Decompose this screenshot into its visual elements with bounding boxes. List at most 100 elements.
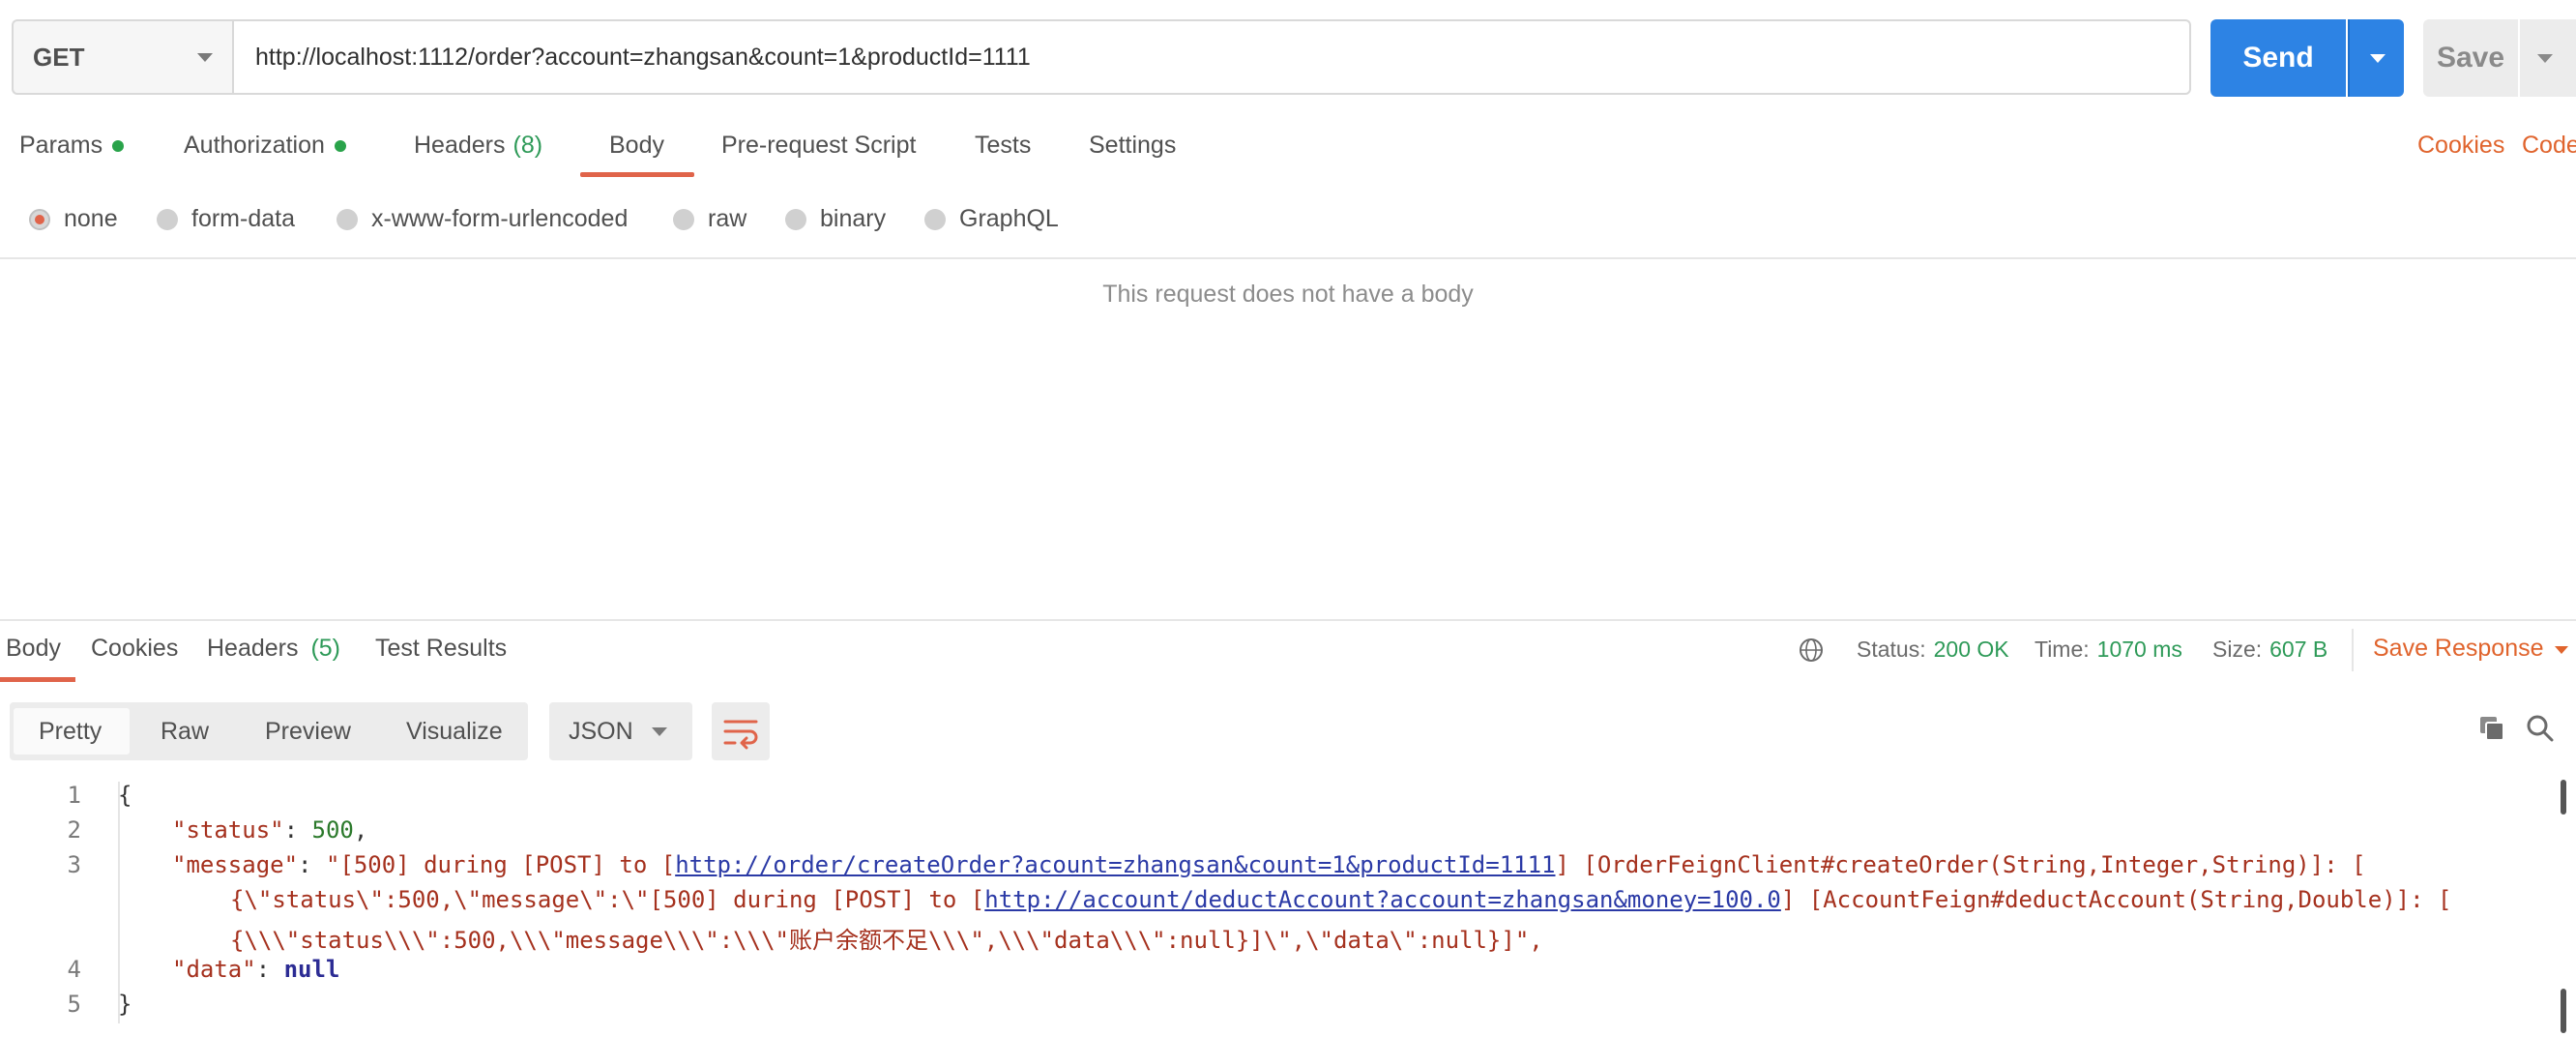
code-line: "message": "[500] during [POST] to [http… xyxy=(172,851,2366,878)
scrollbar[interactable] xyxy=(2561,780,2566,815)
method-select[interactable]: GET xyxy=(12,19,232,95)
json-null: null xyxy=(283,956,340,983)
radio-graphql-label: GraphQL xyxy=(959,205,1059,232)
save-options-button[interactable] xyxy=(2520,19,2576,97)
view-mode-visualize[interactable]: Visualize xyxy=(406,718,503,746)
response-size: Size: 607 B xyxy=(2212,637,2327,663)
code-link[interactable]: Code xyxy=(2522,132,2576,160)
chevron-down-icon xyxy=(652,727,667,736)
response-tab-headers-count: (5) xyxy=(310,635,341,662)
response-tab-test-results[interactable]: Test Results xyxy=(375,635,507,663)
status-value: 200 OK xyxy=(1933,637,2009,662)
save-response-button[interactable]: Save Response xyxy=(2373,635,2544,663)
radio-urlencoded-label: x-www-form-urlencoded xyxy=(371,205,629,232)
tab-headers-label: Headers xyxy=(414,132,506,159)
scrollbar[interactable] xyxy=(2561,989,2566,1033)
active-tab-indicator xyxy=(580,172,694,177)
radio-selected-icon xyxy=(29,208,50,230)
json-link[interactable]: http://order/createOrder?acount=zhangsan… xyxy=(675,851,1555,878)
url-value: http://localhost:1112/order?account=zhan… xyxy=(255,43,1031,71)
wrap-lines-button[interactable] xyxy=(712,702,770,760)
tab-tests[interactable]: Tests xyxy=(975,132,1031,178)
copy-icon[interactable] xyxy=(2477,714,2506,743)
search-icon[interactable] xyxy=(2526,714,2555,743)
radio-icon xyxy=(673,208,694,230)
tab-settings-label: Settings xyxy=(1089,132,1177,159)
radio-icon xyxy=(785,208,806,230)
response-time: Time: 1070 ms xyxy=(2034,637,2182,663)
format-select[interactable]: JSON xyxy=(549,702,692,760)
tab-authorization[interactable]: Authorization xyxy=(184,132,346,178)
chevron-down-icon xyxy=(2537,54,2553,63)
json-string: "[500] during [POST] to [ xyxy=(325,851,676,878)
view-mode-raw[interactable]: Raw xyxy=(161,718,209,746)
url-input[interactable]: http://localhost:1112/order?account=zhan… xyxy=(232,19,2191,95)
size-value: 607 B xyxy=(2269,637,2328,662)
json-number: 500 xyxy=(311,816,354,844)
json-brace: { xyxy=(118,782,132,809)
chevron-down-icon xyxy=(2370,54,2386,63)
response-tab-body-label: Body xyxy=(6,635,61,662)
code-indent-guide xyxy=(118,782,120,1023)
radio-icon xyxy=(337,208,358,230)
send-button[interactable]: Send xyxy=(2210,19,2346,97)
chevron-down-icon xyxy=(197,53,213,62)
divider xyxy=(2352,629,2354,671)
chevron-down-icon[interactable] xyxy=(2555,646,2568,654)
status-dot-icon xyxy=(112,140,125,152)
radio-graphql[interactable]: GraphQL xyxy=(924,205,1059,233)
status-label: Status: xyxy=(1857,637,1926,662)
tab-authorization-label: Authorization xyxy=(184,132,325,159)
radio-raw[interactable]: raw xyxy=(673,205,746,233)
tab-pre-request-label: Pre-request Script xyxy=(721,132,917,159)
json-brace: } xyxy=(118,991,132,1018)
code-line: "data": null xyxy=(172,956,340,983)
json-string: ] [AccountFeign#deductAccount(String,Dou… xyxy=(1780,886,2452,913)
radio-none[interactable]: none xyxy=(29,205,118,233)
view-mode-pretty[interactable]: Pretty xyxy=(39,718,102,746)
tab-params[interactable]: Params xyxy=(19,132,125,178)
time-value: 1070 ms xyxy=(2096,637,2182,662)
tab-body-label: Body xyxy=(609,132,664,159)
tab-tests-label: Tests xyxy=(975,132,1032,159)
code-line: } xyxy=(118,991,132,1018)
response-tab-headers[interactable]: Headers (5) xyxy=(207,635,340,663)
tab-body[interactable]: Body xyxy=(609,132,664,178)
code-line-wrap: {\\\"status\\\":500,\\\"message\\\":\\\"… xyxy=(230,921,1543,955)
response-tab-test-results-label: Test Results xyxy=(375,635,508,662)
line-number: 2 xyxy=(67,816,81,844)
response-tab-cookies-label: Cookies xyxy=(91,635,179,662)
json-string: {\"status\":500,\"message\":\"[500] duri… xyxy=(230,886,985,913)
size-label: Size: xyxy=(2212,637,2263,662)
divider xyxy=(0,619,2576,621)
code-line: { xyxy=(118,782,132,809)
tab-pre-request-script[interactable]: Pre-request Script xyxy=(721,132,916,178)
radio-binary-label: binary xyxy=(820,205,887,232)
json-key: "data" xyxy=(172,956,256,983)
json-string: ] [OrderFeignClient#createOrder(String,I… xyxy=(1555,851,2366,878)
cookies-link[interactable]: Cookies xyxy=(2417,132,2504,160)
code-line-wrap: {\"status\":500,\"message\":\"[500] duri… xyxy=(230,886,2451,913)
tab-settings[interactable]: Settings xyxy=(1089,132,1176,178)
globe-icon[interactable] xyxy=(1799,637,1824,663)
radio-form-data-label: form-data xyxy=(191,205,295,232)
radio-icon xyxy=(157,208,178,230)
radio-x-www-form-urlencoded[interactable]: x-www-form-urlencoded xyxy=(337,205,628,233)
active-tab-indicator xyxy=(0,677,75,682)
wrap-lines-icon xyxy=(723,720,758,750)
radio-binary[interactable]: binary xyxy=(785,205,886,233)
tab-headers[interactable]: Headers (8) xyxy=(414,132,542,178)
response-status: Status: 200 OK xyxy=(1857,637,2009,663)
status-dot-icon xyxy=(334,140,346,152)
line-number: 4 xyxy=(67,956,81,983)
divider xyxy=(0,257,2576,259)
radio-icon xyxy=(924,208,946,230)
tab-params-label: Params xyxy=(19,132,103,159)
response-tab-body[interactable]: Body xyxy=(6,635,61,663)
view-mode-preview[interactable]: Preview xyxy=(265,718,351,746)
radio-form-data[interactable]: form-data xyxy=(157,205,295,233)
json-link[interactable]: http://account/deductAccount?account=zha… xyxy=(984,886,1781,913)
save-button[interactable]: Save xyxy=(2423,19,2518,97)
send-options-button[interactable] xyxy=(2348,19,2404,97)
response-tab-cookies[interactable]: Cookies xyxy=(91,635,178,663)
